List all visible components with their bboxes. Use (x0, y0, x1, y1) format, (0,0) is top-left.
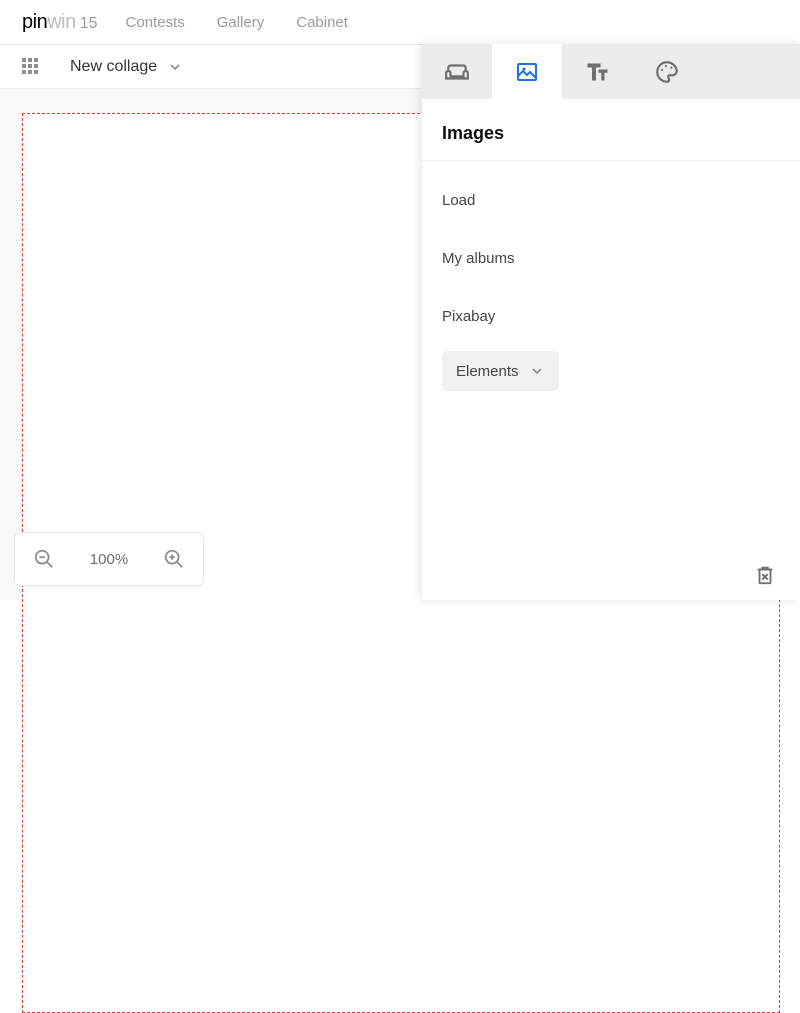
top-nav: pinwin 15 Contests Gallery Cabinet (0, 0, 800, 45)
trash-icon (754, 564, 776, 586)
logo-win: win (47, 11, 76, 34)
logo-version: 15 (80, 15, 98, 33)
grid-menu-icon[interactable] (22, 58, 40, 76)
nav-gallery[interactable]: Gallery (217, 14, 265, 31)
elements-dropdown[interactable]: Elements (442, 351, 559, 391)
panel-item-albums[interactable]: My albums (442, 229, 780, 287)
sofa-icon (444, 59, 470, 85)
zoom-out-icon (33, 548, 55, 570)
panel-item-pixabay[interactable]: Pixabay (442, 287, 780, 345)
zoom-control: 100% (14, 532, 204, 586)
tab-text[interactable] (562, 44, 632, 99)
logo-pin: pin (22, 11, 47, 34)
zoom-in-button[interactable] (161, 546, 187, 572)
chevron-down-icon (519, 363, 545, 379)
tab-layout[interactable] (422, 44, 492, 99)
doc-title-dropdown[interactable]: New collage (70, 58, 183, 76)
image-icon (515, 60, 539, 84)
zoom-level: 100% (90, 551, 128, 568)
tab-color[interactable] (632, 44, 702, 99)
panel-item-load[interactable]: Load (442, 171, 780, 229)
panel-tabs (422, 44, 800, 99)
nav-cabinet[interactable]: Cabinet (296, 14, 348, 31)
trash-button[interactable] (754, 564, 778, 588)
zoom-out-button[interactable] (31, 546, 57, 572)
panel-title: Images (422, 99, 800, 161)
nav-contests[interactable]: Contests (126, 14, 185, 31)
elements-label: Elements (456, 363, 519, 380)
text-icon (585, 60, 609, 84)
tab-images[interactable] (492, 44, 562, 99)
side-panel: Images Load My albums Pixabay Elements (422, 44, 800, 600)
logo[interactable]: pinwin 15 (22, 11, 98, 34)
palette-icon (654, 59, 680, 85)
chevron-down-icon (157, 59, 183, 75)
zoom-in-icon (163, 548, 185, 570)
doc-title-text: New collage (70, 58, 157, 76)
panel-list: Load My albums Pixabay Elements (422, 161, 800, 401)
